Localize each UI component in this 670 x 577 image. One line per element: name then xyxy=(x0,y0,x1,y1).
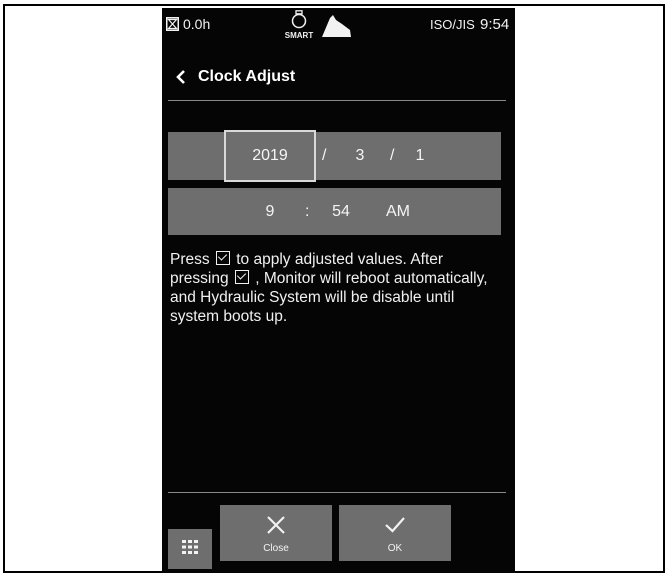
smart-engine-icon xyxy=(291,10,307,32)
info-text-part: Press xyxy=(170,251,210,268)
ampm-field[interactable]: AM xyxy=(378,188,418,235)
page-title: Clock Adjust xyxy=(198,68,296,85)
info-text: Press to apply adjusted values. After pr… xyxy=(170,250,505,326)
month-value: 3 xyxy=(355,147,365,164)
status-clock: 9:54 xyxy=(480,16,510,33)
hour-value: 9 xyxy=(265,202,275,220)
grid-menu-icon xyxy=(182,539,198,559)
month-field[interactable]: 3 xyxy=(348,132,372,180)
close-button[interactable]: Close xyxy=(220,505,332,561)
ok-button[interactable]: OK xyxy=(339,505,451,561)
minute-value: 54 xyxy=(332,202,350,220)
hourglass-icon xyxy=(166,17,179,31)
smart-engine-indicator: SMART xyxy=(282,10,316,40)
hour-meter: 0.0h xyxy=(166,16,210,32)
time-row: 9 : 54 AM xyxy=(168,188,501,235)
day-field[interactable]: 1 xyxy=(408,132,432,180)
checkbox-icon xyxy=(215,251,230,265)
monitor-screen: 0.0h SMART ISO/JIS 9:54 Clock Adjust 201… xyxy=(162,8,515,573)
ampm-value: AM xyxy=(386,202,410,220)
chevron-left-icon[interactable] xyxy=(176,70,186,89)
day-value: 1 xyxy=(415,147,425,164)
footer-divider xyxy=(168,492,506,493)
minute-field[interactable]: 54 xyxy=(323,188,359,235)
year-field[interactable]: 2019 xyxy=(224,130,316,182)
header-divider xyxy=(168,100,506,101)
hour-meter-value: 0.0h xyxy=(183,16,211,32)
menu-button[interactable] xyxy=(168,529,212,569)
status-bar: 0.0h SMART ISO/JIS 9:54 xyxy=(162,8,515,42)
hour-field[interactable]: 9 xyxy=(258,188,282,235)
year-value: 2019 xyxy=(252,147,288,164)
smart-label: SMART xyxy=(284,31,314,40)
date-separator: / xyxy=(322,147,327,164)
ok-label: OK xyxy=(387,543,403,554)
work-mode-icon xyxy=(320,14,352,41)
close-label: Close xyxy=(263,543,289,554)
date-row: 2019 / 3 / 1 xyxy=(168,130,501,182)
page-header: Clock Adjust xyxy=(162,54,515,102)
time-separator: : xyxy=(305,202,310,220)
date-separator: / xyxy=(390,147,395,164)
checkbox-icon xyxy=(234,270,249,284)
control-pattern: ISO/JIS xyxy=(430,17,475,32)
